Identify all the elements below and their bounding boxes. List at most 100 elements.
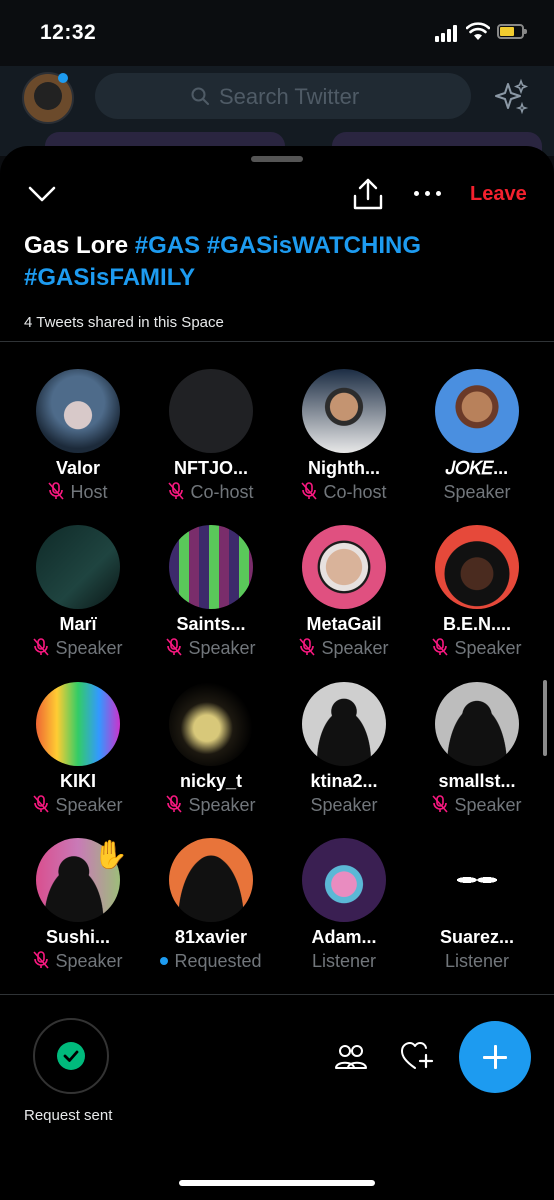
dinosaur-skeleton-avatar: [169, 682, 253, 766]
participant-role: Co-host: [144, 482, 278, 503]
hashtag-link[interactable]: #GASisFAMILY: [24, 264, 195, 291]
search-icon: [191, 87, 209, 105]
chevron-down-icon[interactable]: [26, 180, 58, 208]
role-label: Speaker: [310, 795, 378, 815]
more-options-icon[interactable]: [410, 180, 446, 206]
participant-card[interactable]: Nighth... Co-host: [277, 369, 411, 519]
participant-role: Speaker: [144, 638, 278, 659]
participant-card[interactable]: Valor Host: [11, 369, 145, 519]
microphone-muted-icon: [33, 638, 55, 658]
participant-role: Speaker: [277, 795, 411, 816]
role-label: Co-host: [323, 482, 387, 502]
participant-name: Valor: [55, 458, 101, 478]
participant-card[interactable]: 81xavier Requested: [144, 838, 278, 988]
microphone-muted-icon: [432, 795, 454, 815]
anime-character-avatar: [435, 369, 519, 453]
participant-card[interactable]: KIKI Speaker: [11, 682, 145, 832]
participant-card[interactable]: MetaGail Speaker: [277, 525, 411, 675]
role-label: Speaker: [55, 795, 123, 815]
heart-plus-icon[interactable]: [400, 1040, 434, 1072]
glowing-eyes-avatar: [435, 838, 519, 922]
participant-role: Speaker: [410, 482, 544, 503]
notification-dot: [58, 73, 68, 83]
participant-card[interactable]: Suarez... Listener: [410, 838, 544, 988]
participant-name: Suarez...: [439, 927, 515, 947]
people-icon[interactable]: [334, 1042, 368, 1072]
pixel-art-avatar: [169, 525, 253, 609]
participant-name: Nighth...: [308, 458, 380, 478]
role-label: Speaker: [55, 951, 123, 971]
participant-name: B.E.N....: [442, 614, 511, 634]
checkmark-icon: [57, 1042, 85, 1070]
participant-name: smallst...: [438, 771, 516, 791]
microphone-muted-icon: [301, 482, 323, 502]
role-label: Speaker: [321, 638, 389, 658]
participant-role: Speaker: [144, 795, 278, 816]
participant-name: Saints...: [176, 614, 246, 634]
divider: [0, 994, 554, 995]
participant-card[interactable]: Saints... Speaker: [144, 525, 278, 675]
participant-name: Marï: [59, 614, 97, 634]
participant-role: Speaker: [11, 795, 145, 816]
silhouette-avatar: [302, 682, 386, 766]
request-sent-button[interactable]: [33, 1018, 109, 1094]
add-button[interactable]: [459, 1021, 531, 1093]
woman-avatar: [302, 525, 386, 609]
dark-green-avatar: [36, 525, 120, 609]
microphone-muted-icon: [33, 795, 55, 815]
participant-name: Sushi...: [45, 927, 110, 947]
search-input[interactable]: Search Twitter: [95, 73, 471, 119]
role-label: Co-host: [190, 482, 254, 502]
participant-role: Speaker: [11, 638, 145, 659]
participant-role: Speaker: [410, 795, 544, 816]
request-sent-label: Request sent: [24, 1107, 113, 1124]
microphone-muted-icon: [166, 638, 188, 658]
role-label: Speaker: [188, 638, 256, 658]
participant-name: MetaGail: [306, 614, 382, 634]
battery-icon: [497, 24, 527, 39]
participant-card[interactable]: Marï Speaker: [11, 525, 145, 675]
participant-card[interactable]: smallst... Speaker: [410, 682, 544, 832]
participant-name: 𝐽𝑂𝐾𝐸...: [445, 458, 509, 478]
participant-card[interactable]: Adam... Listener: [277, 838, 411, 988]
participant-name: KIKI: [60, 771, 96, 791]
participant-card[interactable]: ktina2... Speaker: [277, 682, 411, 832]
participant-role: Requested: [144, 951, 278, 972]
participant-name: Adam...: [311, 927, 377, 947]
curly-hair-man-avatar: [435, 525, 519, 609]
microphone-muted-icon: [168, 482, 190, 502]
cellular-signal-icon: [435, 24, 459, 42]
participant-name: NFTJO...: [173, 458, 248, 478]
raised-hand-icon: ✋: [93, 839, 128, 870]
space-title: Gas Lore #GAS #GASisWATCHING #GASisFAMIL…: [24, 232, 421, 291]
role-label: Speaker: [443, 482, 511, 502]
participant-card[interactable]: B.E.N.... Speaker: [410, 525, 544, 675]
share-icon[interactable]: [351, 176, 385, 212]
participant-card[interactable]: nicky_t Speaker: [144, 682, 278, 832]
octopus-avatar: [36, 369, 120, 453]
participant-card[interactable]: ✋ Sushi... Speaker: [11, 838, 145, 988]
search-placeholder: Search Twitter: [219, 84, 360, 109]
tweets-shared-link[interactable]: 4 Tweets shared in this Space: [24, 314, 224, 331]
scrollbar[interactable]: [543, 680, 547, 756]
role-label: Speaker: [454, 795, 522, 815]
hashtag-link[interactable]: #GAS: [135, 232, 200, 259]
participant-role: Speaker: [277, 638, 411, 659]
participant-card[interactable]: NFTJO... Co-host: [144, 369, 278, 519]
hashtag-link[interactable]: #GASisWATCHING: [207, 232, 421, 259]
kiki-logo-avatar: [36, 682, 120, 766]
sheet-handle[interactable]: [251, 156, 303, 162]
status-time: 12:32: [40, 21, 97, 44]
blank-avatar: [169, 369, 253, 453]
home-indicator: [179, 1180, 375, 1186]
sparkle-icon[interactable]: [492, 78, 530, 116]
role-label: Listener: [311, 951, 377, 971]
leave-button[interactable]: Leave: [470, 183, 527, 206]
role-label: Speaker: [188, 795, 256, 815]
participant-role: Speaker: [11, 951, 145, 972]
participant-card[interactable]: 𝐽𝑂𝐾𝐸... Speaker: [410, 369, 544, 519]
illustrated-man-avatar: [302, 369, 386, 453]
bunny-avatar: [302, 838, 386, 922]
participant-name: 81xavier: [174, 927, 248, 947]
participant-role: Listener: [410, 951, 544, 972]
